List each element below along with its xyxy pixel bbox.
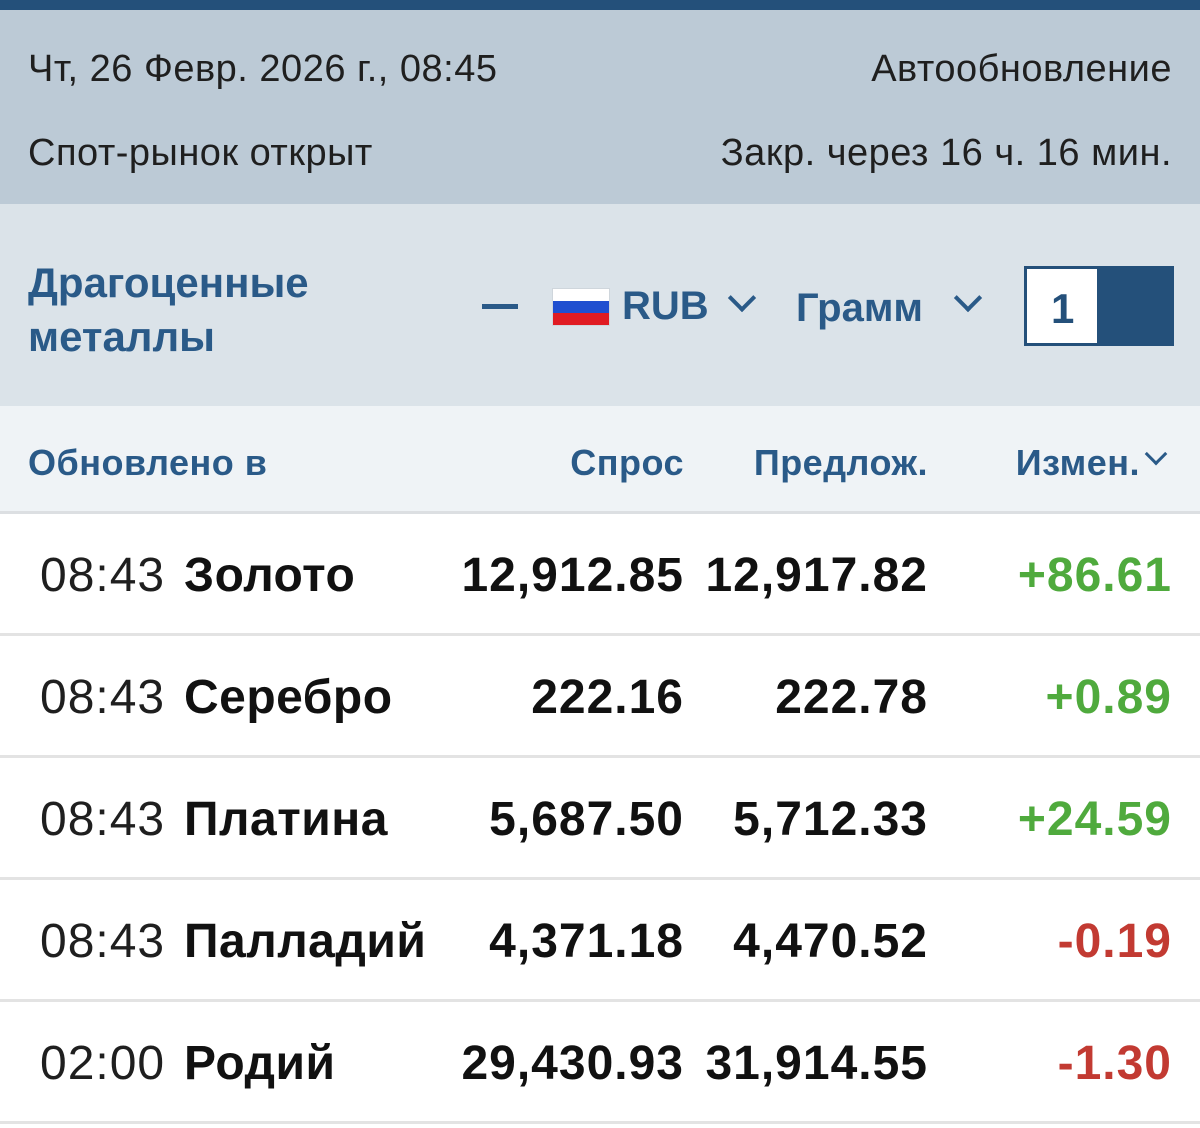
chevron-down-icon[interactable] bbox=[953, 283, 983, 313]
row-time: 08:43 bbox=[40, 549, 166, 602]
unit-selector[interactable]: Грамм bbox=[796, 286, 923, 331]
chevron-down-icon[interactable] bbox=[727, 283, 757, 313]
current-datetime: Чт, 26 Февр. 2026 г., 08:45 bbox=[28, 48, 498, 90]
table-row[interactable]: 02:00 Родий 29,430.93 31,914.55 -1.30 bbox=[0, 1002, 1200, 1124]
russia-flag-icon[interactable] bbox=[552, 288, 610, 326]
row-bid: 29,430.93 bbox=[461, 1037, 684, 1090]
table-row[interactable]: 08:43 Платина 5,687.50 5,712.33 +24.59 bbox=[0, 758, 1200, 880]
row-metal-name: Серебро bbox=[184, 671, 393, 724]
quantity-value: 1 bbox=[1051, 285, 1075, 332]
table-row[interactable]: 08:43 Серебро 222.16 222.78 +0.89 bbox=[0, 636, 1200, 758]
row-metal-name: Золото bbox=[184, 549, 356, 602]
row-bid: 222.16 bbox=[531, 671, 684, 724]
table-header: Обновлено в Спрос Предлож. Измен. bbox=[0, 406, 1200, 514]
status-bar: Чт, 26 Февр. 2026 г., 08:45 Автообновлен… bbox=[0, 10, 1200, 204]
row-change: -0.19 bbox=[1057, 915, 1172, 968]
row-bid: 5,687.50 bbox=[489, 793, 684, 846]
row-change: -1.30 bbox=[1057, 1037, 1172, 1090]
column-header-updated[interactable]: Обновлено в bbox=[28, 442, 267, 484]
category-title[interactable]: Драгоценные металлы bbox=[28, 256, 428, 364]
row-bid: 12,912.85 bbox=[461, 549, 684, 602]
row-change: +86.61 bbox=[1017, 549, 1172, 602]
auto-update-button[interactable]: Автообновление bbox=[871, 48, 1172, 91]
row-time: 08:43 bbox=[40, 671, 166, 724]
row-change: +0.89 bbox=[1045, 671, 1172, 724]
separator-dash bbox=[482, 304, 518, 309]
price-table: 08:43 Золото 12,912.85 12,917.82 +86.61 … bbox=[0, 514, 1200, 1124]
row-ask: 31,914.55 bbox=[705, 1037, 928, 1090]
row-time: 08:43 bbox=[40, 793, 166, 846]
row-metal-name: Палладий bbox=[184, 915, 427, 968]
currency-selector[interactable]: RUB bbox=[622, 284, 709, 329]
row-bid: 4,371.18 bbox=[489, 915, 684, 968]
quantity-input[interactable]: 1 bbox=[1024, 266, 1174, 346]
table-row[interactable]: 08:43 Палладий 4,371.18 4,470.52 -0.19 bbox=[0, 880, 1200, 1002]
column-header-bid[interactable]: Спрос bbox=[570, 442, 684, 484]
column-header-change[interactable]: Измен. bbox=[1016, 442, 1140, 484]
row-metal-name: Родий bbox=[184, 1037, 336, 1090]
row-time: 08:43 bbox=[40, 915, 166, 968]
market-status: Спот-рынок открыт bbox=[28, 132, 373, 174]
row-time: 02:00 bbox=[40, 1037, 166, 1090]
market-close-countdown: Закр. через 16 ч. 16 мин. bbox=[720, 132, 1172, 174]
row-metal-name: Платина bbox=[184, 793, 388, 846]
row-ask: 12,917.82 bbox=[705, 549, 928, 602]
top-accent-bar bbox=[0, 0, 1200, 10]
controls-panel: Драгоценные металлы RUB Грамм 1 bbox=[0, 204, 1200, 406]
row-ask: 5,712.33 bbox=[733, 793, 928, 846]
row-ask: 222.78 bbox=[775, 671, 928, 724]
column-header-ask[interactable]: Предлож. bbox=[754, 442, 928, 484]
table-row[interactable]: 08:43 Золото 12,912.85 12,917.82 +86.61 bbox=[0, 514, 1200, 636]
row-ask: 4,470.52 bbox=[733, 915, 928, 968]
row-change: +24.59 bbox=[1017, 793, 1172, 846]
sort-chevron-icon[interactable] bbox=[1144, 442, 1168, 466]
quantity-button[interactable] bbox=[1097, 269, 1171, 343]
